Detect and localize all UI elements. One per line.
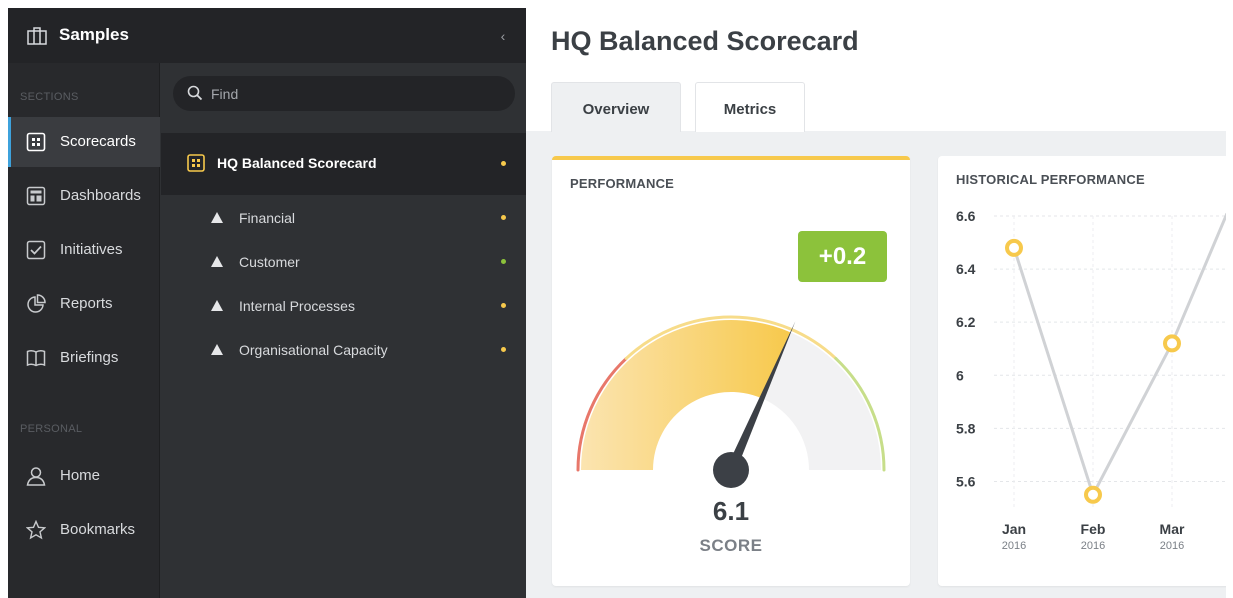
- score-value: 6.1: [712, 496, 750, 526]
- tree-item-internal-processes[interactable]: Internal Processes: [161, 291, 526, 321]
- main-content: HQ Balanced Scorecard Overview Metrics P…: [526, 8, 1226, 598]
- y-tick-label: 5.8: [956, 420, 976, 436]
- collapse-sidebar-button[interactable]: ‹: [496, 28, 510, 44]
- tab-metrics[interactable]: Metrics: [695, 82, 805, 132]
- page-header: HQ Balanced Scorecard Overview Metrics: [526, 8, 1226, 132]
- triangle-icon: [211, 212, 223, 223]
- gauge-needle-hub: [713, 452, 749, 488]
- personal-label: PERSONAL: [20, 423, 83, 435]
- nav-item-home[interactable]: Home: [8, 451, 160, 501]
- app-window: Samples ‹ SECTIONS Scorecards Dashboards: [8, 8, 1226, 598]
- historical-performance-card: HISTORICAL PERFORMANCE 6.6 6.4 6.2 6 5.8 5.6 J…: [938, 156, 1226, 586]
- tree-item-label: HQ Balanced Scorecard: [217, 155, 377, 171]
- series-line: [1012, 212, 1226, 499]
- app-title[interactable]: Samples: [59, 25, 129, 45]
- status-dot: [501, 303, 506, 308]
- x-tick-sublabel: 2016: [1160, 540, 1184, 552]
- nav-label-briefings: Briefings: [60, 349, 119, 366]
- y-tick-label: 5.6: [956, 473, 976, 489]
- y-tick-label: 6.6: [956, 208, 976, 224]
- nav-item-reports[interactable]: Reports: [8, 279, 160, 329]
- triangle-icon: [211, 344, 223, 355]
- card-title: PERFORMANCE: [570, 176, 675, 191]
- status-dot: [501, 347, 506, 352]
- x-tick-label: Feb: [1081, 521, 1106, 537]
- x-tick-label: Mar: [1160, 521, 1185, 537]
- find-input[interactable]: [211, 83, 501, 105]
- status-dot: [501, 215, 506, 220]
- nav-item-bookmarks[interactable]: Bookmarks: [8, 505, 160, 555]
- nav-label-home: Home: [60, 467, 101, 484]
- y-tick-label: 6.2: [956, 314, 976, 330]
- scorecard-icon: [26, 132, 46, 152]
- user-icon: [26, 467, 46, 486]
- nav-label-scorecards: Scorecards: [60, 133, 136, 150]
- performance-card: PERFORMANCE +0.2 6.1 SCORE: [552, 156, 910, 586]
- y-tick-label: 6.4: [956, 261, 976, 277]
- data-point: [1084, 485, 1102, 504]
- nav-label-bookmarks: Bookmarks: [60, 521, 136, 538]
- nav-label-reports: Reports: [60, 295, 113, 312]
- nav-item-initiatives[interactable]: Initiatives: [8, 225, 160, 275]
- top-bar: Samples ‹: [8, 8, 526, 63]
- triangle-icon: [211, 256, 223, 267]
- samples-icon: [27, 27, 47, 45]
- triangle-icon: [211, 300, 223, 311]
- x-tick-label: Jan: [1002, 521, 1026, 537]
- tab-overview[interactable]: Overview: [551, 82, 681, 132]
- tree-item-label: Financial: [239, 210, 296, 226]
- tree-item-organisational-capacity[interactable]: Organisational Capacity: [161, 335, 526, 365]
- star-icon: [26, 520, 46, 540]
- tree-item-label: Internal Processes: [239, 298, 355, 314]
- dashboard-icon: [26, 186, 46, 206]
- y-tick-label: 6: [956, 367, 964, 383]
- data-point: [1005, 238, 1023, 257]
- score-label: SCORE: [699, 536, 763, 555]
- tab-label: Metrics: [723, 101, 777, 118]
- sections-label: SECTIONS: [20, 91, 79, 103]
- scorecard-tree-panel: HQ Balanced Scorecard Financial Customer…: [161, 63, 526, 598]
- checkbox-icon: [26, 240, 46, 260]
- tree-item-label: Organisational Capacity: [239, 342, 388, 358]
- search-icon: [187, 85, 203, 101]
- tree-item-financial[interactable]: Financial: [161, 203, 526, 233]
- nav-label-initiatives: Initiatives: [60, 241, 123, 258]
- nav-item-scorecards[interactable]: Scorecards: [8, 117, 160, 167]
- data-point: [1163, 334, 1181, 353]
- nav-label-dashboards: Dashboards: [60, 187, 141, 204]
- scorecard-icon: [187, 154, 205, 172]
- page-title: HQ Balanced Scorecard: [551, 26, 859, 56]
- book-icon: [26, 350, 46, 367]
- tree-item-label: Customer: [239, 254, 300, 270]
- tree-item-customer[interactable]: Customer: [161, 247, 526, 277]
- status-dot: [501, 161, 506, 166]
- gauge-filled-segment: [581, 320, 791, 470]
- tab-label: Overview: [582, 101, 650, 118]
- status-dot: [501, 259, 506, 264]
- tree-item-hq-balanced-scorecard[interactable]: HQ Balanced Scorecard: [161, 133, 526, 195]
- nav-item-briefings[interactable]: Briefings: [8, 333, 160, 383]
- find-search-box[interactable]: [173, 76, 515, 111]
- nav-item-dashboards[interactable]: Dashboards: [8, 171, 160, 221]
- card-title: HISTORICAL PERFORMANCE: [956, 172, 1145, 187]
- score-change-badge: +0.2: [798, 231, 887, 282]
- x-tick-sublabel: 2016: [1002, 540, 1026, 552]
- historical-performance-chart: 6.6 6.4 6.2 6 5.8 5.6 Jan 2016 Feb 2016 Mar 2016: [956, 208, 1226, 552]
- x-tick-sublabel: 2016: [1081, 540, 1105, 552]
- sections-sidebar: SECTIONS Scorecards Dashboards Initiativ…: [8, 63, 160, 598]
- pie-chart-icon: [27, 294, 46, 313]
